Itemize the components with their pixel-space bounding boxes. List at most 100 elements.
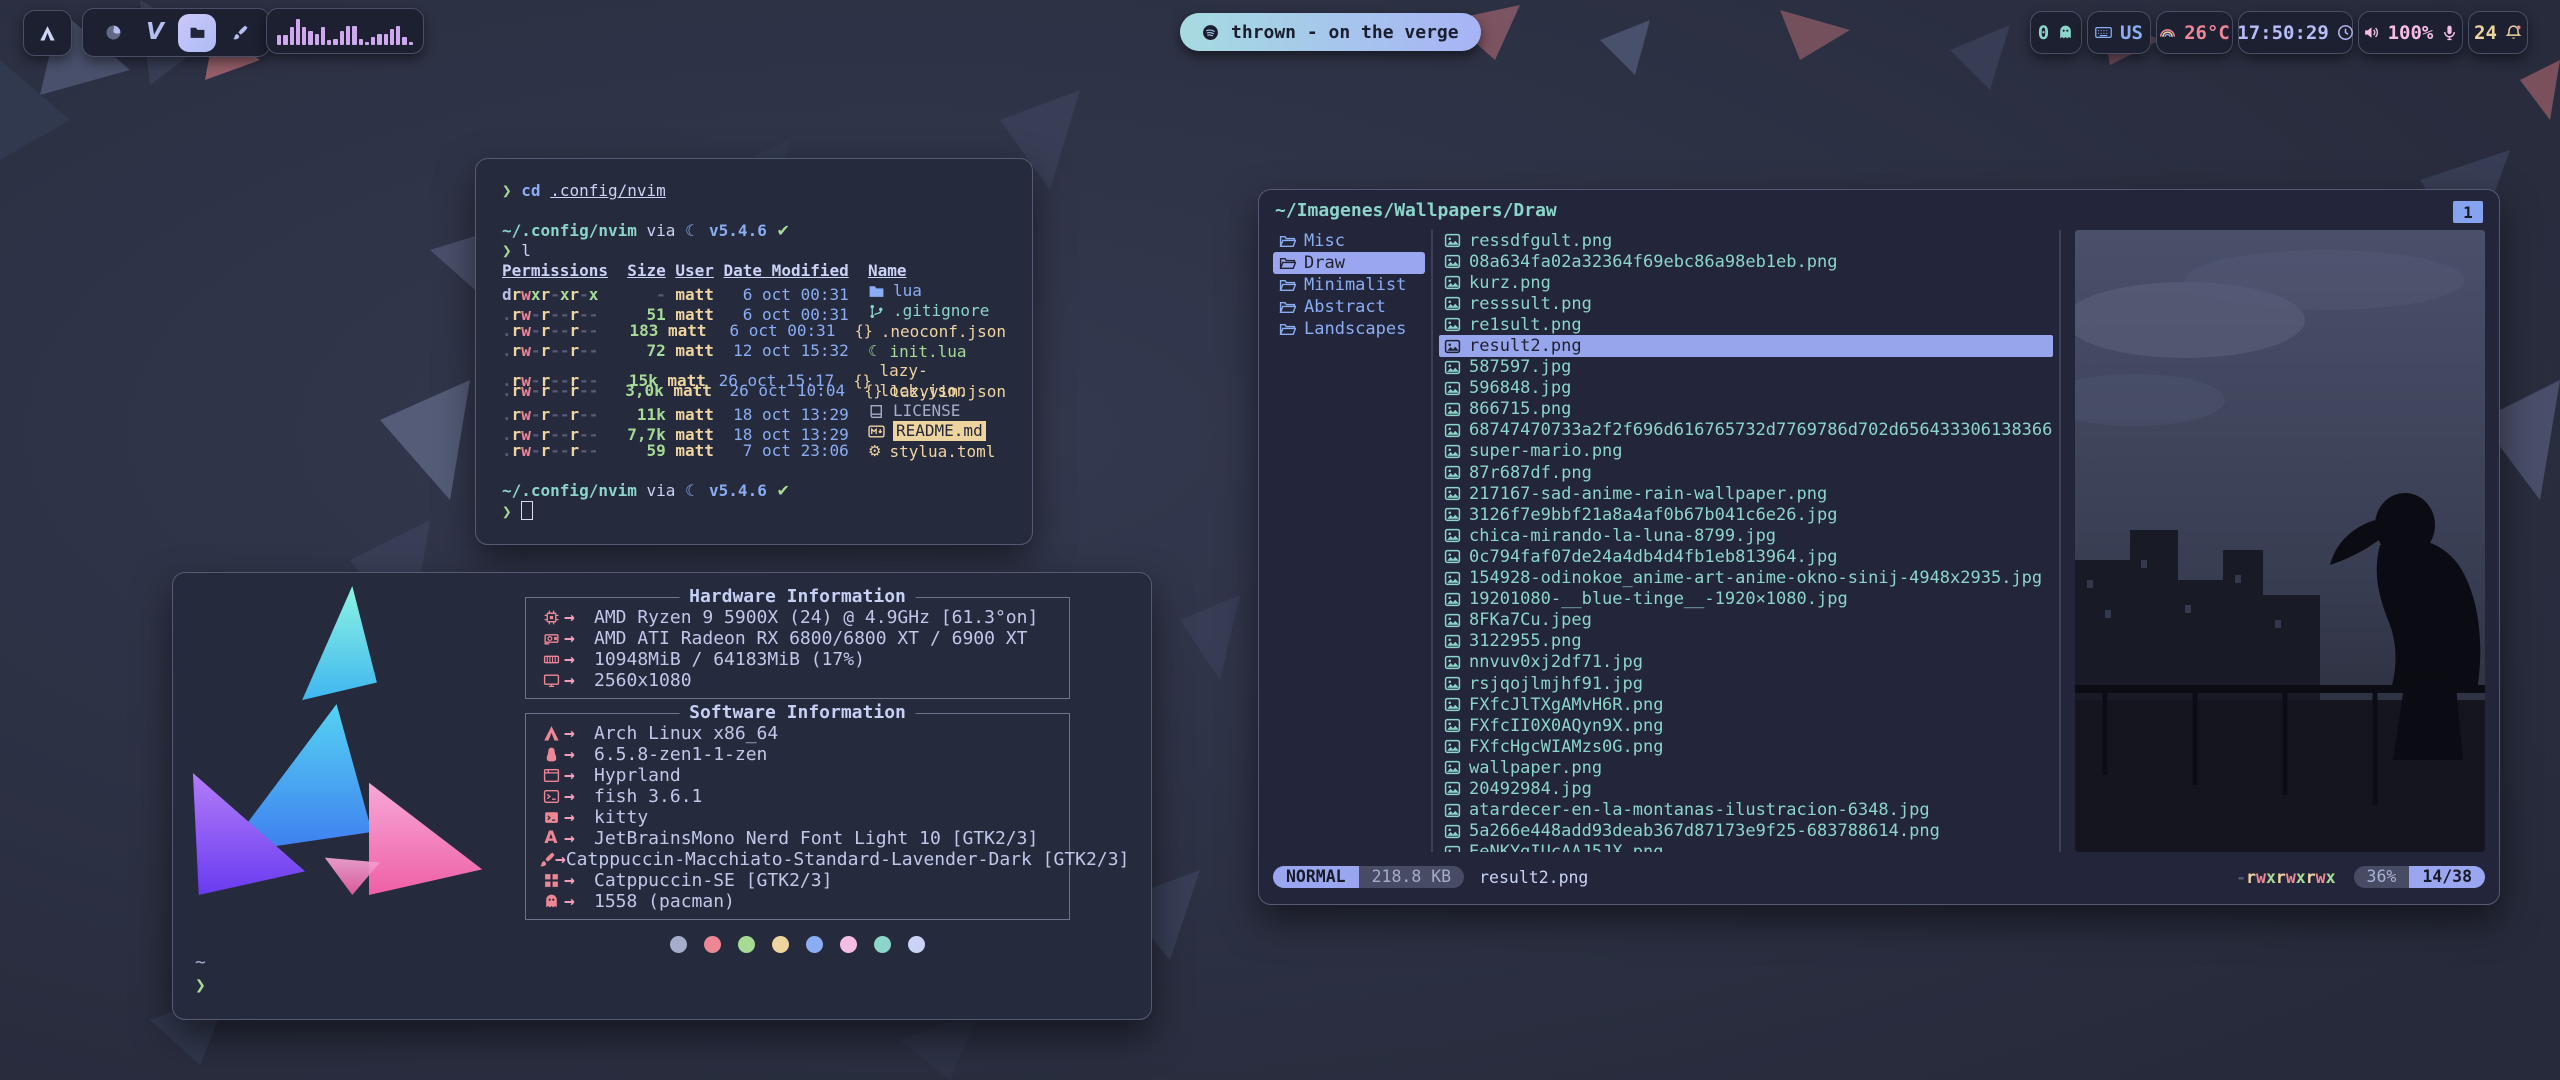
- file-row[interactable]: wallpaper.png: [1439, 757, 2053, 778]
- brush-icon: [231, 24, 248, 41]
- graph-bar: [290, 27, 294, 45]
- file-row[interactable]: result2.png: [1439, 335, 2053, 356]
- file-row[interactable]: 866715.png: [1439, 399, 2053, 420]
- folderopen-icon: [1279, 233, 1296, 250]
- blank-line: [502, 461, 1006, 481]
- cwd-line: ~: [195, 951, 206, 974]
- file-row[interactable]: 596848.jpg: [1439, 378, 2053, 399]
- bell-icon: [2505, 24, 2522, 41]
- ls-row: .rw-r--r-- 7,7k matt 18 oct 13:29 README…: [502, 421, 1006, 441]
- sidebar-dir-landscapes[interactable]: Landscapes: [1273, 318, 1425, 340]
- file-row[interactable]: EeNKYgIUcAAJ5JX.png: [1439, 842, 2053, 852]
- file-manager-window[interactable]: ~/Imagenes/Wallpapers/Draw 1 MiscDrawMin…: [1258, 189, 2500, 905]
- file-row[interactable]: 3126f7e9bbf21a8a4af0b67b041c6e26.jpg: [1439, 504, 2053, 525]
- image-icon: [1444, 380, 1461, 397]
- image-icon: [1444, 274, 1461, 291]
- fetch-row: →Catppuccin-SE [GTK2/3]: [538, 870, 1057, 891]
- shell-icon: [538, 788, 564, 805]
- file-row[interactable]: rsjqojlmjhf91.jpg: [1439, 673, 2053, 694]
- file-row[interactable]: FXfcJlTXgAMvH6R.png: [1439, 694, 2053, 715]
- file-row[interactable]: atardecer-en-la-montanas-ilustracion-634…: [1439, 800, 2053, 821]
- palette-dot: [772, 936, 789, 953]
- graph-bar: [333, 39, 337, 45]
- file-row[interactable]: chica-mirando-la-luna-8799.jpg: [1439, 525, 2053, 546]
- file-row[interactable]: 3122955.png: [1439, 631, 2053, 652]
- shell-prompt[interactable]: ~ ❯: [195, 951, 206, 997]
- arrow-icon: →: [564, 828, 594, 849]
- terminal-nvim-window[interactable]: ❯ cd .config/nvim ~/.config/nvim via ☾ v…: [475, 158, 1033, 545]
- image-icon: [1444, 654, 1461, 671]
- file-row[interactable]: FXfcII0X0AQyn9X.png: [1439, 715, 2053, 736]
- file-row[interactable]: 20492984.jpg: [1439, 778, 2053, 799]
- file-row[interactable]: 5a266e448add93deab367d87173e9f25-6837886…: [1439, 821, 2053, 842]
- lua-moon-icon: ☾: [685, 221, 699, 240]
- file-row[interactable]: 87r687df.png: [1439, 462, 2053, 483]
- file-row[interactable]: ressdfgult.png: [1439, 230, 2053, 251]
- preview-image: [2075, 230, 2485, 852]
- keyboard-layout-module[interactable]: US: [2087, 11, 2151, 54]
- ls-row: .rw-r--r-- 15k matt 26 oct 15:17 {}lazy-…: [502, 361, 1006, 381]
- clock-module[interactable]: 17:50:29: [2238, 11, 2353, 54]
- arch-icon: [538, 725, 564, 742]
- image-icon: [1444, 548, 1461, 565]
- music-player-pill[interactable]: thrown - on the verge: [1180, 13, 1481, 51]
- arrow-icon: →: [564, 870, 594, 891]
- tab-badge[interactable]: 1: [2453, 201, 2483, 223]
- arch-icon: [39, 25, 56, 42]
- updates-value: 0: [2038, 22, 2049, 44]
- sidebar-dir-minimalist[interactable]: Minimalist: [1273, 274, 1425, 296]
- wm-icon: [538, 767, 564, 784]
- dock-item-browser[interactable]: [94, 14, 132, 52]
- graph-bar: [302, 27, 306, 45]
- audio-module[interactable]: 100%: [2358, 11, 2463, 54]
- tux-icon: [538, 746, 564, 763]
- graph-bar: [384, 34, 388, 45]
- file-row[interactable]: 154928-odinokoe_anime-art-anime-okno-sin…: [1439, 568, 2053, 589]
- file-row[interactable]: 19201080-__blue-tinge__-1920×1080.jpg: [1439, 589, 2053, 610]
- file-row[interactable]: 217167-sad-anime-rain-wallpaper.png: [1439, 483, 2053, 504]
- gpu-icon: [538, 630, 564, 647]
- graph-bar: [321, 27, 325, 45]
- fetch-row: →2560x1080: [538, 670, 1057, 691]
- file-row[interactable]: 68747470733a2f2f696d616765732d7769786d70…: [1439, 420, 2053, 441]
- fetch-row: →AMD ATI Radeon RX 6800/6800 XT / 6900 X…: [538, 628, 1057, 649]
- sidebar-dir-misc[interactable]: Misc: [1273, 230, 1425, 252]
- palette-dot: [738, 936, 755, 953]
- file-row[interactable]: 587597.jpg: [1439, 357, 2053, 378]
- audio-visualizer[interactable]: [266, 8, 424, 54]
- sidebar-dir-draw[interactable]: Draw: [1273, 252, 1425, 274]
- file-row[interactable]: re1sult.png: [1439, 314, 2053, 335]
- graph-bar: [296, 19, 300, 45]
- app-launcher-button[interactable]: [23, 10, 72, 56]
- file-row[interactable]: super-mario.png: [1439, 441, 2053, 462]
- file-row[interactable]: nnvuv0xj2df71.jpg: [1439, 652, 2053, 673]
- file-row[interactable]: 0c794faf07de24a4db4d4fb1eb813964.jpg: [1439, 546, 2053, 567]
- terminal-fastfetch-window[interactable]: Hardware Information →AMD Ryzen 9 5900X …: [172, 572, 1152, 1020]
- dock-item-vlogo[interactable]: V: [136, 14, 174, 52]
- dock-item-brush[interactable]: [220, 14, 258, 52]
- files-icon: [189, 24, 206, 41]
- graph-bar: [402, 37, 406, 45]
- arrow-icon: →: [564, 807, 594, 828]
- graph-bar: [308, 31, 312, 45]
- image-icon: [1444, 401, 1461, 418]
- updates-module[interactable]: 0: [2030, 11, 2082, 54]
- weather-module[interactable]: 26°C: [2156, 11, 2233, 54]
- sidebar-dir-abstract[interactable]: Abstract: [1273, 296, 1425, 318]
- palette-dot: [874, 936, 891, 953]
- graph-bar: [277, 35, 281, 45]
- file-row[interactable]: kurz.png: [1439, 272, 2053, 293]
- prompt-line[interactable]: ❯: [502, 501, 1006, 521]
- file-row[interactable]: 08a634fa02a32364f69ebc86a98eb1eb.png: [1439, 251, 2053, 272]
- image-icon: [1444, 253, 1461, 270]
- file-row[interactable]: FXfcHgcWIAMzs0G.png: [1439, 736, 2053, 757]
- browser-icon: [105, 24, 122, 41]
- status-filename: result2.png: [1479, 868, 1588, 887]
- dock-item-files[interactable]: [178, 14, 216, 52]
- file-row[interactable]: resssult.png: [1439, 293, 2053, 314]
- ls-row: drwxr-xr-x - matt 6 oct 00:31 lua: [502, 281, 1006, 301]
- icons-icon: [538, 872, 564, 889]
- notifications-module[interactable]: 24: [2468, 11, 2528, 54]
- file-row[interactable]: 8FKa7Cu.jpeg: [1439, 610, 2053, 631]
- palette-dot: [704, 936, 721, 953]
